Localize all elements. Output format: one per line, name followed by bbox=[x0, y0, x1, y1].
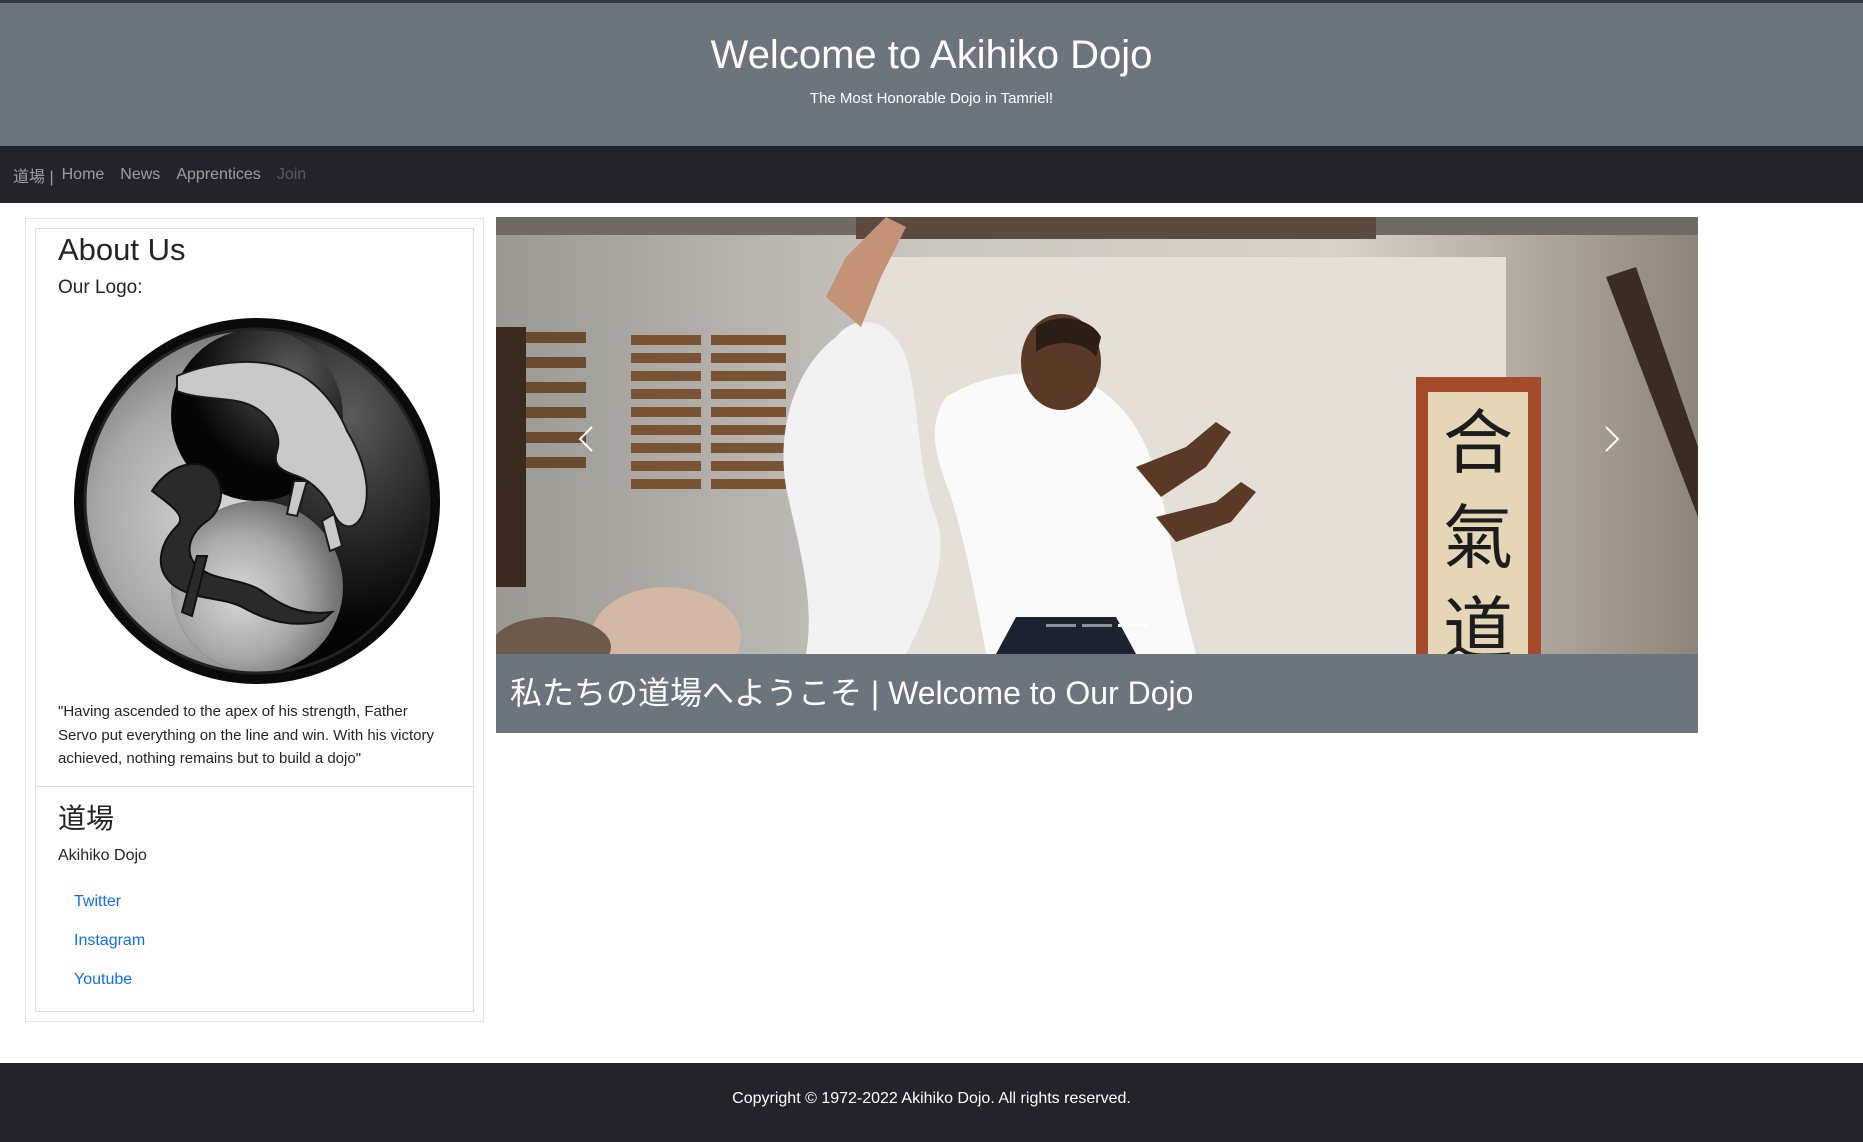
dojo-logo bbox=[72, 316, 442, 686]
nav-link-news[interactable]: News bbox=[120, 166, 160, 184]
svg-text:道: 道 bbox=[1443, 589, 1513, 654]
about-card-inner: About Us Our Logo: "Having ascended to t… bbox=[35, 228, 474, 1012]
nav-link-join: Join bbox=[276, 165, 307, 183]
chevron-right-icon bbox=[1605, 426, 1620, 452]
chevron-left-icon bbox=[578, 426, 593, 452]
carousel-indicator-1[interactable] bbox=[1046, 624, 1076, 627]
about-heading: About Us bbox=[58, 232, 186, 267]
carousel-slide-image: 合 氣 道 bbox=[496, 217, 1698, 654]
carousel-next-button[interactable] bbox=[1590, 419, 1630, 459]
page-subtitle: The Most Honorable Dojo in Tamriel! bbox=[809, 90, 1054, 107]
site-header: Welcome to Akihiko Dojo The Most Honorab… bbox=[0, 0, 1863, 146]
carousel-prev-button[interactable] bbox=[568, 419, 608, 459]
nav-link-home[interactable]: Home bbox=[62, 166, 105, 184]
page-title: Welcome to Akihiko Dojo bbox=[710, 33, 1153, 77]
social-link-instagram[interactable]: Instagram bbox=[74, 930, 145, 952]
dojo-name: Akihiko Dojo bbox=[58, 847, 147, 864]
carousel-caption: 私たちの道場へようこそ | Welcome to Our Dojo bbox=[496, 654, 1698, 733]
social-link-twitter[interactable]: Twitter bbox=[74, 891, 121, 913]
logo-label: Our Logo: bbox=[58, 277, 143, 298]
yin-yang-logo-icon bbox=[74, 318, 440, 684]
site-footer: Copyright © 1972-2022 Akihiko Dojo. All … bbox=[0, 1063, 1863, 1142]
dojo-heading: 道場 bbox=[58, 803, 115, 834]
svg-text:氣: 氣 bbox=[1443, 497, 1513, 579]
carousel-indicator-3[interactable] bbox=[1118, 624, 1148, 627]
card-divider bbox=[36, 786, 473, 787]
page: Welcome to Akihiko Dojo The Most Honorab… bbox=[0, 0, 1863, 1142]
welcome-carousel: 合 氣 道 私たちの道場へようこそ | Welcome to Our Dojo bbox=[496, 217, 1698, 733]
carousel-indicators bbox=[1046, 624, 1148, 627]
svg-text:合: 合 bbox=[1443, 402, 1513, 484]
navbar: 道場 | Home News Apprentices Join bbox=[0, 146, 1863, 203]
nav-link-apprentices[interactable]: Apprentices bbox=[176, 166, 261, 184]
about-card: About Us Our Logo: "Having ascended to t… bbox=[25, 218, 484, 1022]
dojo-training-photo: 合 氣 道 bbox=[496, 217, 1698, 654]
social-link-youtube[interactable]: Youtube bbox=[74, 969, 132, 991]
carousel-indicator-2[interactable] bbox=[1082, 624, 1112, 627]
navbar-brand[interactable]: 道場 | bbox=[13, 163, 54, 187]
founder-quote: "Having ascended to the apex of his stre… bbox=[58, 703, 435, 767]
copyright-text: Copyright © 1972-2022 Akihiko Dojo. All … bbox=[732, 1090, 1131, 1107]
